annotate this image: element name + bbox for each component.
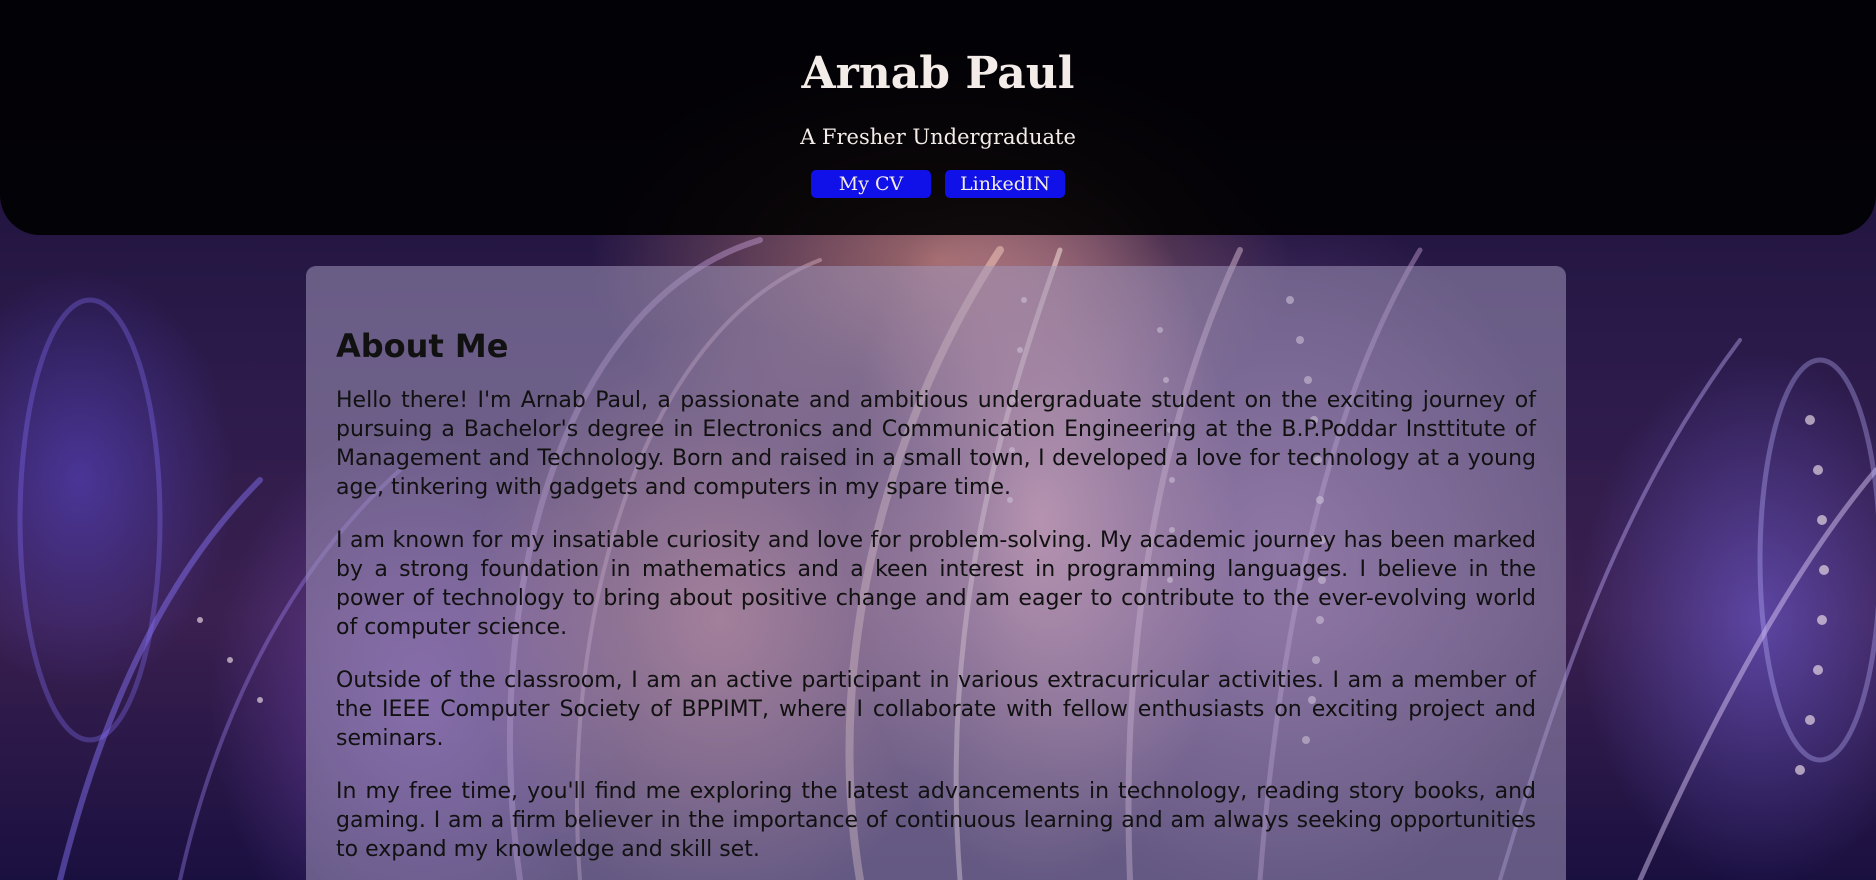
about-me-heading: About Me [336,327,509,365]
about-paragraph-free-time: In my free time, you'll find me explorin… [336,779,1536,862]
profile-tagline: A Fresher Undergraduate [800,125,1076,149]
about-paragraph-intro: Hello there! I'm Arnab Paul, a passionat… [336,388,1536,500]
linkedin-button[interactable]: LinkedIN [945,170,1065,198]
header-nav: My CV LinkedIN [0,170,1876,198]
about-paragraph-curiosity: I am known for my insatiable curiosity a… [336,528,1536,640]
about-paragraph-extracurricular: Outside of the classroom, I am an active… [336,668,1536,751]
site-header: Arnab Paul A Fresher Undergraduate My CV… [0,0,1876,235]
my-cv-button[interactable]: My CV [811,170,931,198]
profile-name: Arnab Paul [801,48,1075,99]
about-me-section: About Me Hello there! I'm Arnab Paul, a … [306,266,1566,880]
